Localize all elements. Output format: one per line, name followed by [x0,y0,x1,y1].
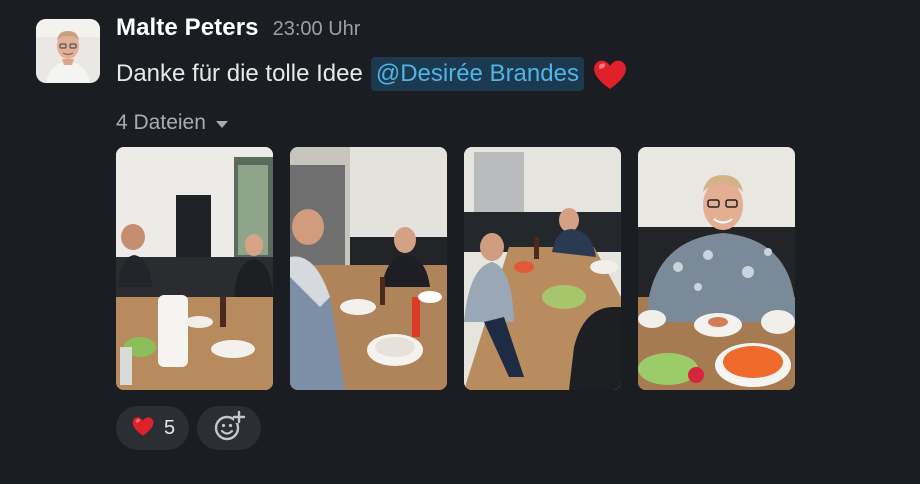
reactions-bar: 5 [116,406,262,450]
user-mention[interactable]: @Desirée Brandes [370,56,584,92]
timestamp[interactable]: 23:00 Uhr [273,18,361,41]
image-attachment-2[interactable] [290,147,447,390]
add-reaction-icon [212,409,246,448]
message-content: Malte Peters 23:00 Uhr Danke für die tol… [116,14,900,450]
message: Malte Peters 23:00 Uhr Danke für die tol… [0,0,920,484]
chevron-down-icon [215,120,228,128]
red-heart-icon [130,413,156,444]
image-attachment-4[interactable] [638,147,795,390]
files-count-label: 4 Dateien [116,111,206,134]
add-reaction-button[interactable] [197,406,262,450]
author-name[interactable]: Malte Peters [116,14,259,42]
reaction-heart[interactable]: 5 [116,406,190,450]
message-header: Malte Peters 23:00 Uhr [116,14,900,50]
files-toggle[interactable]: 4 Dateien [116,110,256,136]
message-body: Danke für die tolle Idee [116,60,363,87]
image-gallery [116,147,795,390]
reaction-count: 5 [164,416,176,439]
avatar[interactable] [36,19,100,83]
message-text: Danke für die tolle Idee @Desirée Brande… [116,52,900,96]
heart-emoji-icon [590,54,630,94]
image-attachment-3[interactable] [464,147,621,390]
image-attachment-1[interactable] [116,147,273,390]
